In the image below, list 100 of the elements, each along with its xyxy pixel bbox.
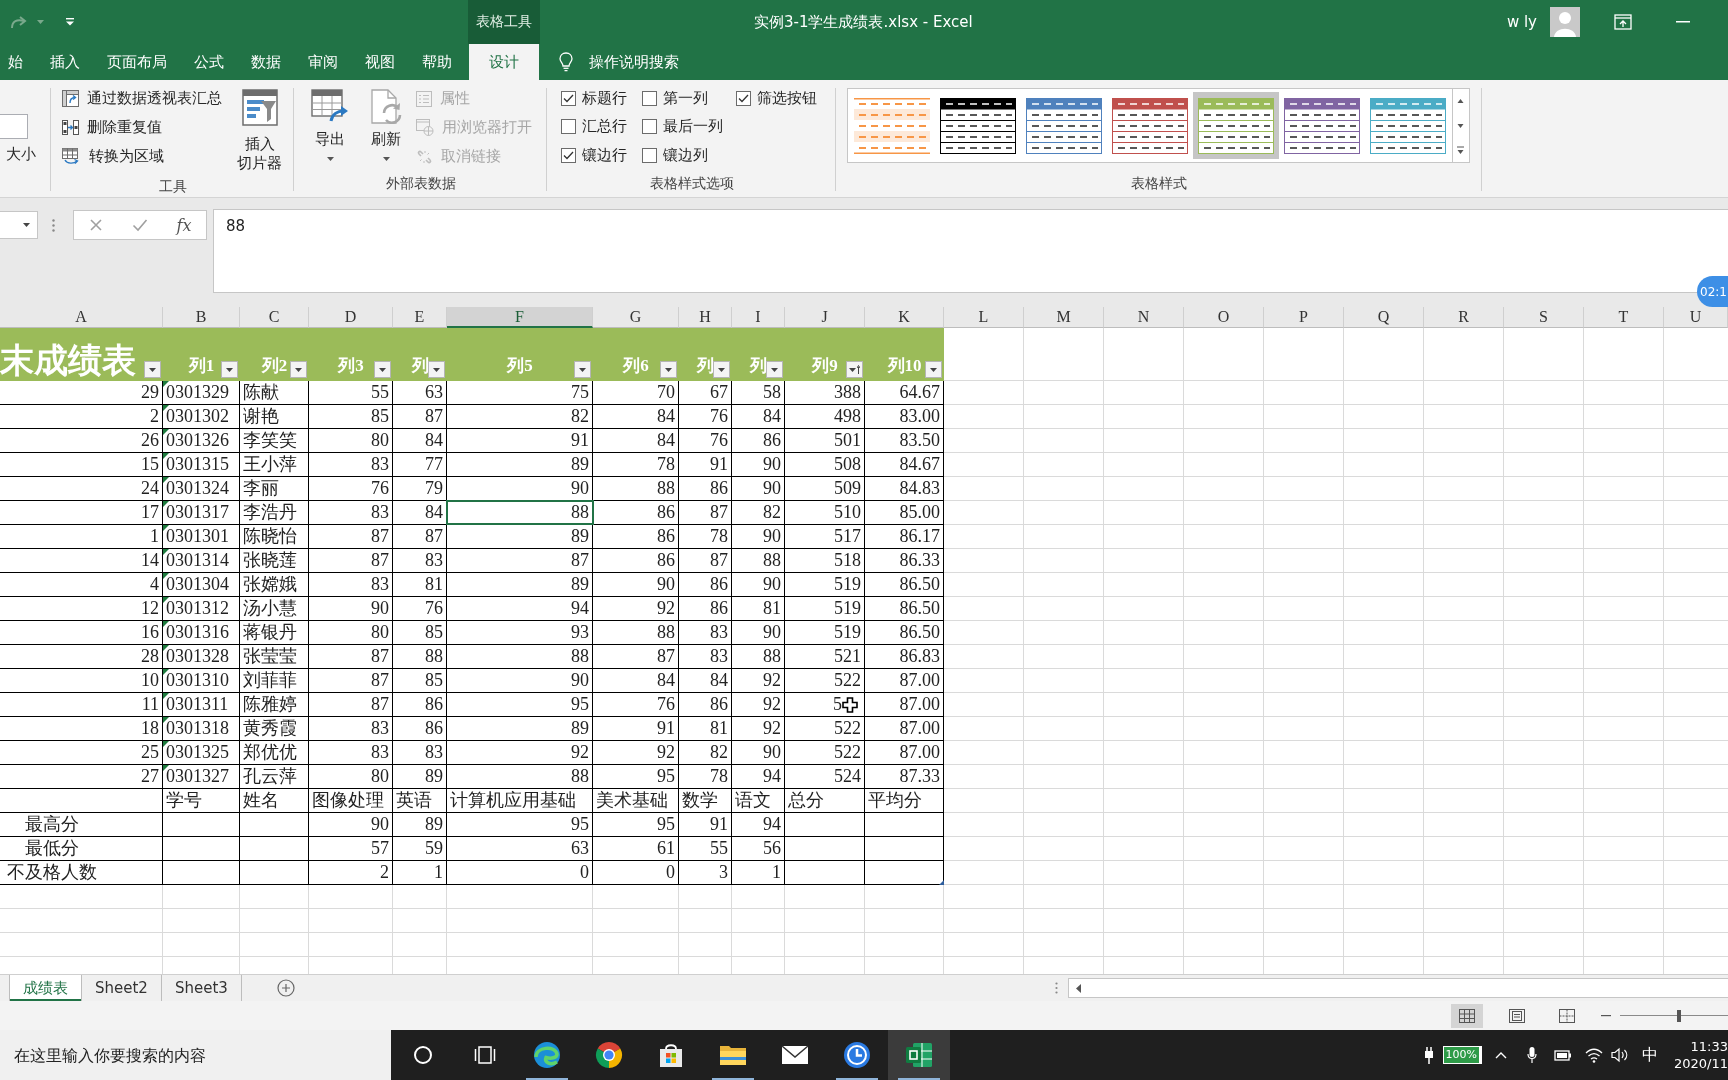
grip-dots-icon[interactable] bbox=[1055, 982, 1058, 994]
horizontal-scrollbar[interactable] bbox=[1068, 978, 1728, 998]
tell-me-search[interactable]: 操作说明搜索 bbox=[558, 44, 679, 80]
header-label: 列 bbox=[411, 356, 429, 376]
ribbon-command-button[interactable]: 删除重复值 bbox=[62, 113, 162, 142]
error-indicator-icon[interactable] bbox=[163, 525, 169, 531]
battery-level[interactable]: 100% bbox=[1442, 1046, 1482, 1064]
user-name[interactable]: w ly bbox=[1506, 13, 1537, 31]
input-method-indicator[interactable]: 中 bbox=[1642, 1044, 1658, 1066]
ribbon-tab[interactable]: 插入 bbox=[36, 44, 94, 80]
table-cell-text: 0301318 bbox=[166, 717, 230, 740]
error-indicator-icon[interactable] bbox=[163, 477, 169, 483]
ribbon-tab[interactable]: 页面布局 bbox=[93, 44, 181, 80]
filter-button[interactable] bbox=[766, 361, 783, 378]
slider-thumb[interactable] bbox=[1677, 1009, 1682, 1022]
error-indicator-icon[interactable] bbox=[163, 741, 169, 747]
filter-button[interactable] bbox=[428, 361, 445, 378]
checkbox-label[interactable]: 镶边列 bbox=[663, 145, 708, 165]
checkbox[interactable] bbox=[642, 90, 657, 106]
error-indicator-icon[interactable] bbox=[163, 645, 169, 651]
filter-button[interactable] bbox=[574, 361, 591, 378]
microphone-icon[interactable] bbox=[1527, 1046, 1537, 1064]
checkbox-label[interactable]: 第一列 bbox=[663, 88, 708, 108]
filter-button[interactable] bbox=[925, 361, 942, 378]
error-indicator-icon[interactable] bbox=[163, 621, 169, 627]
filter-button[interactable] bbox=[713, 361, 730, 378]
lightbulb-icon bbox=[558, 52, 573, 72]
filter-button[interactable] bbox=[290, 361, 307, 378]
chevron-up-icon[interactable] bbox=[1495, 1051, 1507, 1059]
error-indicator-icon[interactable] bbox=[163, 717, 169, 723]
ribbon-large-button[interactable]: 导出 bbox=[309, 84, 351, 165]
sheet-tab[interactable]: 成绩表 bbox=[9, 975, 82, 1001]
caret-icon[interactable] bbox=[23, 223, 30, 227]
error-indicator-icon[interactable] bbox=[163, 453, 169, 459]
resize-table-button[interactable]: 大小 bbox=[0, 145, 36, 164]
clock-time[interactable]: 11:33 bbox=[1690, 1038, 1728, 1055]
error-indicator-icon[interactable] bbox=[163, 573, 169, 579]
grip-dots-icon[interactable] bbox=[52, 219, 55, 232]
grid-icon bbox=[1459, 1008, 1475, 1023]
error-indicator-icon[interactable] bbox=[163, 501, 169, 507]
checkbox[interactable] bbox=[561, 90, 576, 106]
resize-handle-icon[interactable] bbox=[939, 880, 944, 885]
add-sheet-icon[interactable] bbox=[276, 979, 295, 997]
error-indicator-icon[interactable] bbox=[163, 669, 169, 675]
error-indicator-icon[interactable] bbox=[163, 597, 169, 603]
error-indicator-icon[interactable] bbox=[163, 405, 169, 411]
taskbar-app-button[interactable] bbox=[888, 1030, 950, 1080]
insert-slicer-button[interactable]: 插入 切片器 bbox=[236, 84, 283, 177]
ribbon-tab[interactable]: 始 bbox=[0, 44, 37, 80]
table-cell-text: 81 bbox=[762, 597, 782, 620]
zoom-out-icon[interactable] bbox=[1601, 1014, 1611, 1017]
filter-button[interactable] bbox=[374, 361, 391, 378]
view-button[interactable] bbox=[1451, 1003, 1483, 1028]
ribbon-command-button[interactable]: 通过数据透视表汇总 bbox=[62, 84, 222, 113]
ribbon-tab[interactable]: 视图 bbox=[351, 44, 409, 80]
checkbox[interactable] bbox=[642, 119, 657, 135]
checkbox-label[interactable]: 最后一列 bbox=[663, 117, 723, 137]
insert-function-button[interactable]: fx bbox=[176, 215, 192, 235]
error-indicator-icon[interactable] bbox=[163, 693, 169, 699]
ribbon-tab[interactable]: 审阅 bbox=[294, 44, 352, 80]
filter-button[interactable] bbox=[660, 361, 677, 378]
ribbon-tab[interactable]: 数据 bbox=[237, 44, 295, 80]
checkbox[interactable] bbox=[561, 119, 576, 135]
error-indicator-icon[interactable] bbox=[163, 549, 169, 555]
table-cell: 5 bbox=[833, 693, 842, 716]
ribbon-tab[interactable]: 设计 bbox=[468, 44, 539, 80]
checkbox[interactable] bbox=[561, 147, 576, 163]
search-field[interactable]: 在这里输入你要搜索的内容 bbox=[0, 1030, 391, 1080]
checkbox-label[interactable]: 汇总行 bbox=[582, 117, 627, 137]
ribbon-display-options-icon[interactable] bbox=[1614, 14, 1632, 30]
error-indicator-icon[interactable] bbox=[163, 429, 169, 435]
wifi-icon[interactable] bbox=[1585, 1047, 1603, 1063]
checkbox-label[interactable]: 筛选按钮 bbox=[757, 88, 817, 108]
column-header[interactable]: F bbox=[447, 307, 593, 328]
table-cell-text: 86.33 bbox=[898, 549, 941, 572]
ribbon-tab[interactable]: 帮助 bbox=[408, 44, 466, 80]
table-cell-text: 63 bbox=[424, 381, 444, 404]
filter-button[interactable] bbox=[846, 361, 863, 378]
checkbox-label[interactable]: 标题行 bbox=[582, 88, 627, 108]
ribbon-command-button[interactable]: 转换为区域 bbox=[62, 142, 164, 171]
battery-icon[interactable] bbox=[1554, 1048, 1572, 1062]
speaker-icon[interactable] bbox=[1611, 1047, 1629, 1063]
table-cell: 88 bbox=[447, 501, 593, 524]
plug-icon[interactable] bbox=[1422, 1045, 1435, 1065]
filter-button[interactable] bbox=[221, 361, 238, 378]
scroll-left-icon[interactable] bbox=[1076, 983, 1082, 993]
check-icon[interactable] bbox=[131, 218, 148, 232]
ribbon-large-button[interactable]: 刷新 bbox=[365, 84, 407, 165]
error-indicator-icon[interactable] bbox=[163, 765, 169, 771]
cross-icon[interactable] bbox=[88, 218, 103, 232]
grid-arrow-icon bbox=[311, 89, 349, 124]
clock-date[interactable]: 2020/11 bbox=[1674, 1055, 1728, 1072]
checkbox[interactable] bbox=[736, 90, 751, 106]
dropdown-arrow-icon bbox=[433, 367, 440, 372]
filter-button[interactable] bbox=[144, 361, 161, 378]
checkbox-label[interactable]: 镶边行 bbox=[582, 145, 627, 165]
ribbon-tab[interactable]: 公式 bbox=[180, 44, 238, 80]
table-name-field[interactable] bbox=[0, 114, 28, 139]
customize-toolbar-icon[interactable] bbox=[66, 18, 74, 26]
checkbox[interactable] bbox=[642, 147, 657, 163]
